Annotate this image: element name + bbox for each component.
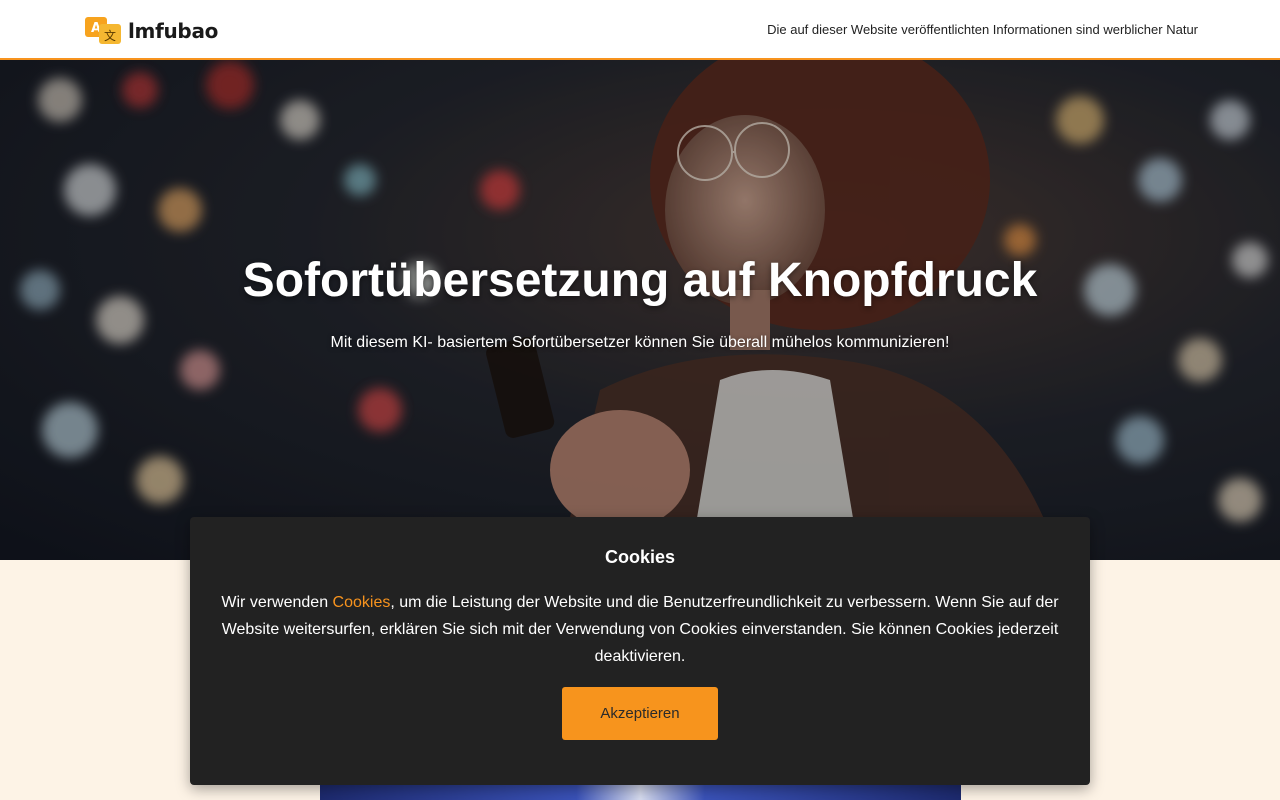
hero-subtitle: Mit diesem KI- basiertem Sofortübersetze… bbox=[330, 334, 950, 351]
translate-icon: A 文 bbox=[85, 17, 123, 45]
site-logo[interactable]: A 文 lmfubao bbox=[85, 17, 218, 45]
accept-cookies-button[interactable]: Akzeptieren bbox=[562, 687, 718, 740]
hero-title: Sofortübersetzung auf Knopfdruck bbox=[242, 254, 1038, 307]
hero-background-image bbox=[0, 60, 1280, 560]
cookie-banner-text: Wir verwenden Cookies, um die Leistung d… bbox=[218, 589, 1062, 670]
brand-name: lmfubao bbox=[128, 19, 219, 43]
cookies-link[interactable]: Cookies bbox=[333, 594, 391, 611]
content-image-preview bbox=[320, 783, 961, 800]
site-header: A 文 lmfubao Die auf dieser Website veröf… bbox=[0, 0, 1280, 60]
svg-text:文: 文 bbox=[104, 28, 116, 43]
cookie-banner-title: Cookies bbox=[604, 547, 676, 567]
cookie-banner: Cookies Wir verwenden Cookies, um die Le… bbox=[190, 517, 1090, 785]
ad-disclaimer: Die auf dieser Website veröffentlichten … bbox=[767, 22, 1198, 37]
cookie-text-before: Wir verwenden bbox=[221, 594, 333, 611]
hero-section: Sofortübersetzung auf Knopfdruck Mit die… bbox=[0, 60, 1280, 560]
